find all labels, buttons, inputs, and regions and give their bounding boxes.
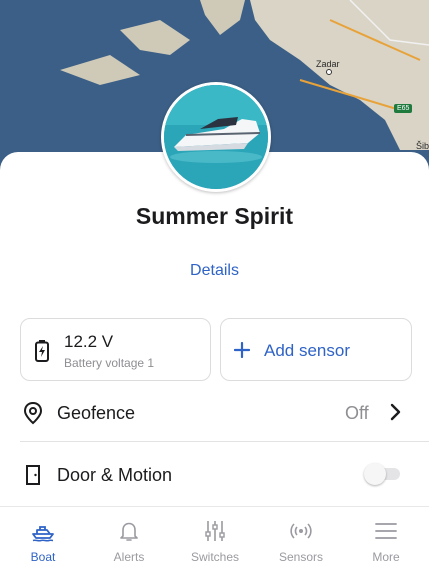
door-motion-toggle[interactable] <box>364 463 400 485</box>
tab-more[interactable]: More <box>343 507 429 573</box>
geofence-label: Geofence <box>57 403 136 423</box>
geofence-row[interactable]: Geofence Off <box>0 384 429 442</box>
tab-label: Alerts <box>113 550 145 564</box>
bell-icon <box>117 519 141 543</box>
battery-voltage-value: 12.2 V <box>64 332 114 351</box>
chevron-right-icon <box>389 403 401 426</box>
battery-card[interactable]: 12.2 V Battery voltage 1 <box>20 318 211 381</box>
add-sensor-label: Add sensor <box>264 341 350 360</box>
battery-voltage-label: Battery voltage 1 <box>64 356 155 370</box>
boat-name: Summer Spirit <box>135 203 294 229</box>
tab-label: Sensors <box>278 550 324 564</box>
battery-charging-icon <box>35 340 49 367</box>
boat-icon <box>31 519 55 543</box>
map-city-marker <box>326 69 332 75</box>
tab-label: Boat <box>30 550 56 564</box>
tab-alerts[interactable]: Alerts <box>86 507 172 573</box>
map-edge-label: Šib <box>416 141 429 151</box>
door-icon <box>22 463 44 492</box>
tab-label: More <box>372 550 400 564</box>
sliders-icon <box>203 519 227 543</box>
toggle-knob <box>364 463 386 485</box>
details-link[interactable]: Details <box>0 262 429 280</box>
menu-icon <box>374 519 398 543</box>
broadcast-icon <box>289 519 313 543</box>
map-city-label: Zadar <box>316 59 340 69</box>
geofence-status: Off <box>345 403 369 423</box>
map-road-shield: E65 <box>394 104 413 113</box>
plus-icon <box>233 336 251 363</box>
tab-sensors[interactable]: Sensors <box>258 507 344 573</box>
boat-photo[interactable] <box>161 82 271 192</box>
add-sensor-button[interactable]: Add sensor <box>220 318 412 381</box>
tab-bar: Boat Alerts Switches Sensors More <box>0 506 429 573</box>
door-motion-label: Door & Motion <box>57 465 173 485</box>
row-divider <box>20 441 429 442</box>
tab-switches[interactable]: Switches <box>172 507 258 573</box>
location-pin-icon <box>22 401 44 430</box>
tab-label: Switches <box>190 550 240 564</box>
tab-boat[interactable]: Boat <box>0 507 86 573</box>
